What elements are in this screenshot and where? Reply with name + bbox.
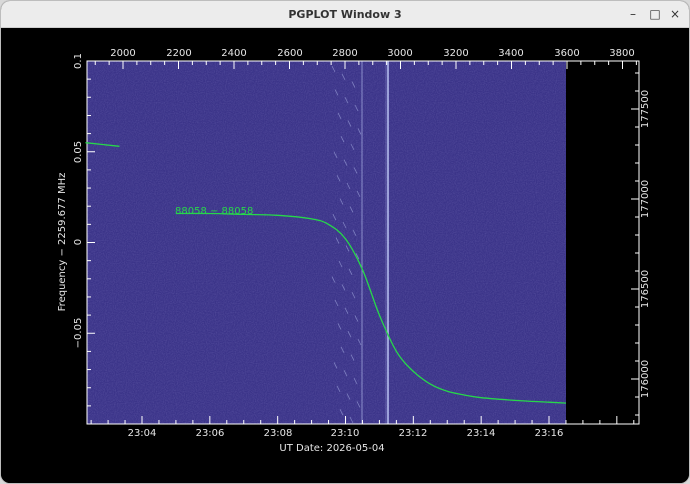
x-tick-label: 23:12 — [399, 428, 428, 439]
top-axis-labels: 2000 2200 2400 2600 2800 3000 3200 3400 … — [110, 48, 634, 59]
window-title: PGPLOT Window 3 — [288, 8, 402, 21]
spectrogram-noise — [87, 61, 566, 424]
top-tick-label: 3000 — [387, 48, 412, 59]
right-tick-label: 177500 — [640, 90, 651, 128]
right-tick-label: 176000 — [640, 360, 651, 398]
left-axis-labels: 0.1 0.05 0 −0.05 — [73, 53, 84, 348]
top-tick-label: 3600 — [554, 48, 579, 59]
close-button[interactable]: × — [666, 5, 684, 23]
close-icon: × — [669, 7, 681, 21]
top-tick-label: 3200 — [443, 48, 468, 59]
y-tick-label: 0 — [73, 239, 84, 245]
right-tick-label: 177000 — [640, 180, 651, 218]
top-tick-label: 2200 — [166, 48, 191, 59]
top-tick-label: 2600 — [277, 48, 302, 59]
x-tick-label: 23:14 — [467, 428, 496, 439]
y-tick-label: 0.05 — [73, 141, 84, 163]
x-tick-label: 23:08 — [264, 428, 293, 439]
x-tick-label: 23:04 — [128, 428, 157, 439]
y-tick-label: −0.05 — [73, 318, 84, 349]
x-tick-label: 23:10 — [331, 428, 360, 439]
maximize-icon: □ — [649, 7, 661, 21]
plot-area: 88058 − 88058 23:04 23:06 23:08 23:10 23… — [1, 28, 689, 483]
right-axis-labels: 177500 177000 176500 176000 — [640, 90, 651, 398]
pgplot-window: PGPLOT Window 3 – □ × 88058 − 88058 23:0… — [1, 1, 689, 483]
waterfall-plot: 88058 − 88058 23:04 23:06 23:08 23:10 23… — [57, 48, 651, 454]
minimize-button[interactable]: – — [624, 5, 642, 23]
title-bar[interactable]: PGPLOT Window 3 – □ × — [1, 1, 689, 28]
top-tick-label: 2800 — [332, 48, 357, 59]
minimize-icon: – — [630, 7, 636, 21]
x-axis-label: UT Date: 2026-05-04 — [279, 443, 384, 454]
top-tick-label: 3400 — [498, 48, 523, 59]
bottom-axis-labels: 23:04 23:06 23:08 23:10 23:12 23:14 23:1… — [128, 428, 564, 439]
maximize-button[interactable]: □ — [646, 5, 664, 23]
y-tick-label: 0.1 — [73, 53, 84, 69]
x-tick-label: 23:16 — [535, 428, 564, 439]
top-tick-label: 3800 — [609, 48, 634, 59]
top-tick-label: 2000 — [110, 48, 135, 59]
top-tick-label: 2400 — [221, 48, 246, 59]
x-tick-label: 23:06 — [196, 428, 225, 439]
y-axis-label: Frequency − 2259.677 MHz — [57, 173, 68, 312]
trace-label: 88058 − 88058 — [175, 206, 253, 217]
right-tick-label: 176500 — [640, 270, 651, 308]
